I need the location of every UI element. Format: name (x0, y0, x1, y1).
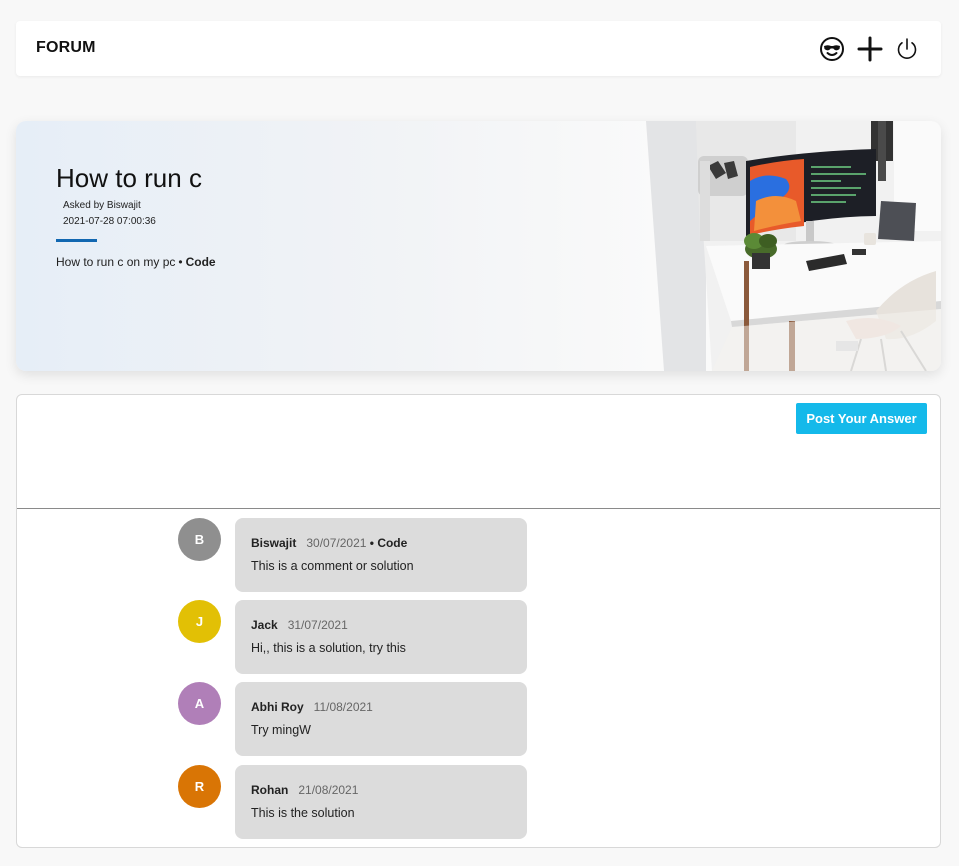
answer-item: B Biswajit 30/07/2021 • Code This is a co… (178, 518, 528, 592)
question-datetime: 2021-07-28 07:00:36 (63, 216, 156, 227)
answer-author: Rohan (251, 783, 289, 797)
answer-item: A Abhi Roy 11/08/2021 Try mingW (178, 682, 528, 756)
plus-icon[interactable] (855, 34, 885, 64)
accent-divider (56, 239, 97, 242)
post-answer-button[interactable]: Post Your Answer (796, 403, 927, 434)
separator: • (369, 536, 374, 550)
answer-bubble: Abhi Roy 11/08/2021 Try mingW (235, 682, 527, 756)
answer-text: Try mingW (251, 723, 311, 737)
brand-title[interactable]: FORUM (36, 39, 96, 57)
answer-date: 30/07/2021 (306, 536, 367, 550)
question-author: Asked by Biswajit (63, 200, 141, 211)
answer-meta: Jack 31/07/2021 (251, 618, 348, 632)
answer-date: 31/07/2021 (287, 618, 348, 632)
avatar: J (178, 600, 221, 643)
answer-meta: Biswajit 30/07/2021 • Code (251, 536, 407, 550)
answer-item: J Jack 31/07/2021 Hi,, this is a solution… (178, 600, 528, 674)
avatar: B (178, 518, 221, 561)
power-icon[interactable] (892, 34, 922, 64)
desk-setup-image (646, 121, 941, 371)
answer-item: R Rohan 21/08/2021 This is the solution (178, 765, 528, 839)
answer-bubble: Jack 31/07/2021 Hi,, this is a solution, … (235, 600, 527, 674)
sunglasses-face-icon[interactable] (817, 34, 847, 64)
answer-bubble: Biswajit 30/07/2021 • Code This is a comm… (235, 518, 527, 592)
answer-meta: Rohan 21/08/2021 (251, 783, 358, 797)
answer-category: Code (377, 536, 408, 550)
answer-text: Hi,, this is a solution, try this (251, 641, 406, 655)
question-hero: How to run c Asked by Biswajit 2021-07-2… (16, 121, 941, 371)
answer-text: This is the solution (251, 806, 355, 820)
separator: • (178, 255, 183, 269)
answer-bubble: Rohan 21/08/2021 This is the solution (235, 765, 527, 839)
answer-author: Jack (251, 618, 278, 632)
question-body: How to run c on my pc (56, 255, 176, 269)
question-category: Code (185, 255, 216, 269)
answer-author: Abhi Roy (251, 700, 304, 714)
question-description: How to run c on my pc • Code (56, 255, 216, 269)
answers-panel: Post Your Answer B Biswajit 30/07/2021 • … (16, 394, 941, 848)
answer-text: This is a comment or solution (251, 559, 414, 573)
answer-date: 21/08/2021 (298, 783, 359, 797)
avatar: R (178, 765, 221, 808)
question-title: How to run c (56, 163, 202, 193)
avatar: A (178, 682, 221, 725)
answer-date: 11/08/2021 (313, 700, 373, 714)
section-divider (17, 508, 940, 509)
top-navbar: FORUM (16, 21, 941, 76)
answer-author: Biswajit (251, 536, 297, 550)
answer-meta: Abhi Roy 11/08/2021 (251, 700, 373, 714)
